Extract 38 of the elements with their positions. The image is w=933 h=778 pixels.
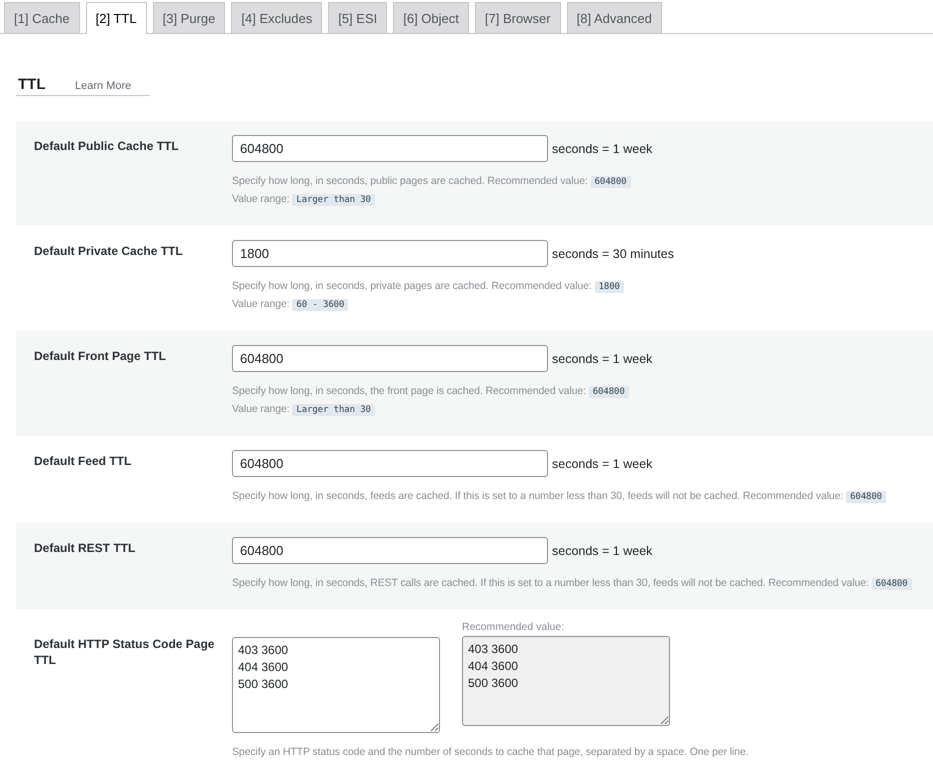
setting-label: Default HTTP Status Code Page TTL — [34, 636, 216, 669]
help-text: Value range: Larger than 30 — [232, 400, 933, 418]
help-text: Specify how long, in seconds, REST calls are cached. If this is set to a number less than 30, feeds will not be cached. Recommended value: 604800 — [232, 574, 933, 592]
tab[interactable]: [2] TTL — [86, 2, 147, 34]
tab[interactable]: [5] ESI — [328, 2, 388, 33]
help-text: Value range: 60 - 3600 — [232, 295, 933, 313]
setting-label: Default Feed TTL — [34, 453, 132, 470]
ttl-input[interactable]: 1800 — [232, 240, 548, 267]
recommended-textarea[interactable]: 403 3600 404 3600 500 3600 — [462, 636, 670, 726]
setting-label: Default Public Cache TTL — [34, 138, 180, 155]
tab[interactable]: [7] Browser — [474, 2, 561, 33]
ttl-input[interactable]: 604800 — [232, 537, 548, 564]
help-text: Specify how long, in seconds, the front page is cached. Recommended value: 604800 — [232, 382, 933, 400]
ttl-input[interactable]: 604800 — [232, 135, 548, 162]
help-text: Specify how long, in seconds, public pages are cached. Recommended value: 604800 — [232, 172, 933, 190]
setting-label: Default Front Page TTL — [34, 348, 167, 365]
help-text: Value range: Larger than 30 — [232, 190, 933, 208]
ttl-input[interactable]: 604800 — [232, 450, 548, 477]
status-code-textarea[interactable]: 403 3600 404 3600 500 3600 — [232, 637, 440, 733]
learn-more-link[interactable]: Learn More — [75, 80, 132, 92]
help-text: Specify how long, in seconds, private pages are cached. Recommended value: 1800 — [232, 277, 933, 295]
help-text: Specify an HTTP status code and the number of seconds to cache that page, separated by a space. One per line. — [232, 745, 750, 760]
tab[interactable]: [3] Purge — [152, 2, 226, 33]
tab[interactable]: [4] Excludes — [231, 2, 322, 33]
section-title: TTL — [18, 76, 46, 93]
unit-text: seconds = 1 week — [552, 142, 652, 156]
help-text: Specify how long, in seconds, feeds are cached. If this is set to a number less than 30, feeds will not be cached. Recommended value: 604800 — [232, 487, 933, 505]
tab[interactable]: [1] Cache — [4, 2, 80, 33]
unit-text: seconds = 1 week — [552, 352, 652, 366]
ttl-input[interactable]: 604800 — [232, 345, 548, 372]
tab[interactable]: [6] Object — [393, 2, 469, 33]
unit-text: seconds = 30 minutes — [552, 246, 674, 260]
setting-label: Default Private Cache TTL — [34, 243, 184, 260]
unit-text: seconds = 1 week — [552, 544, 652, 558]
setting-label: Default REST TTL — [34, 540, 136, 557]
unit-text: seconds = 1 week — [552, 456, 652, 470]
tab[interactable]: [8] Advanced — [566, 2, 662, 33]
recommended-label: Recommended value: — [462, 621, 566, 633]
